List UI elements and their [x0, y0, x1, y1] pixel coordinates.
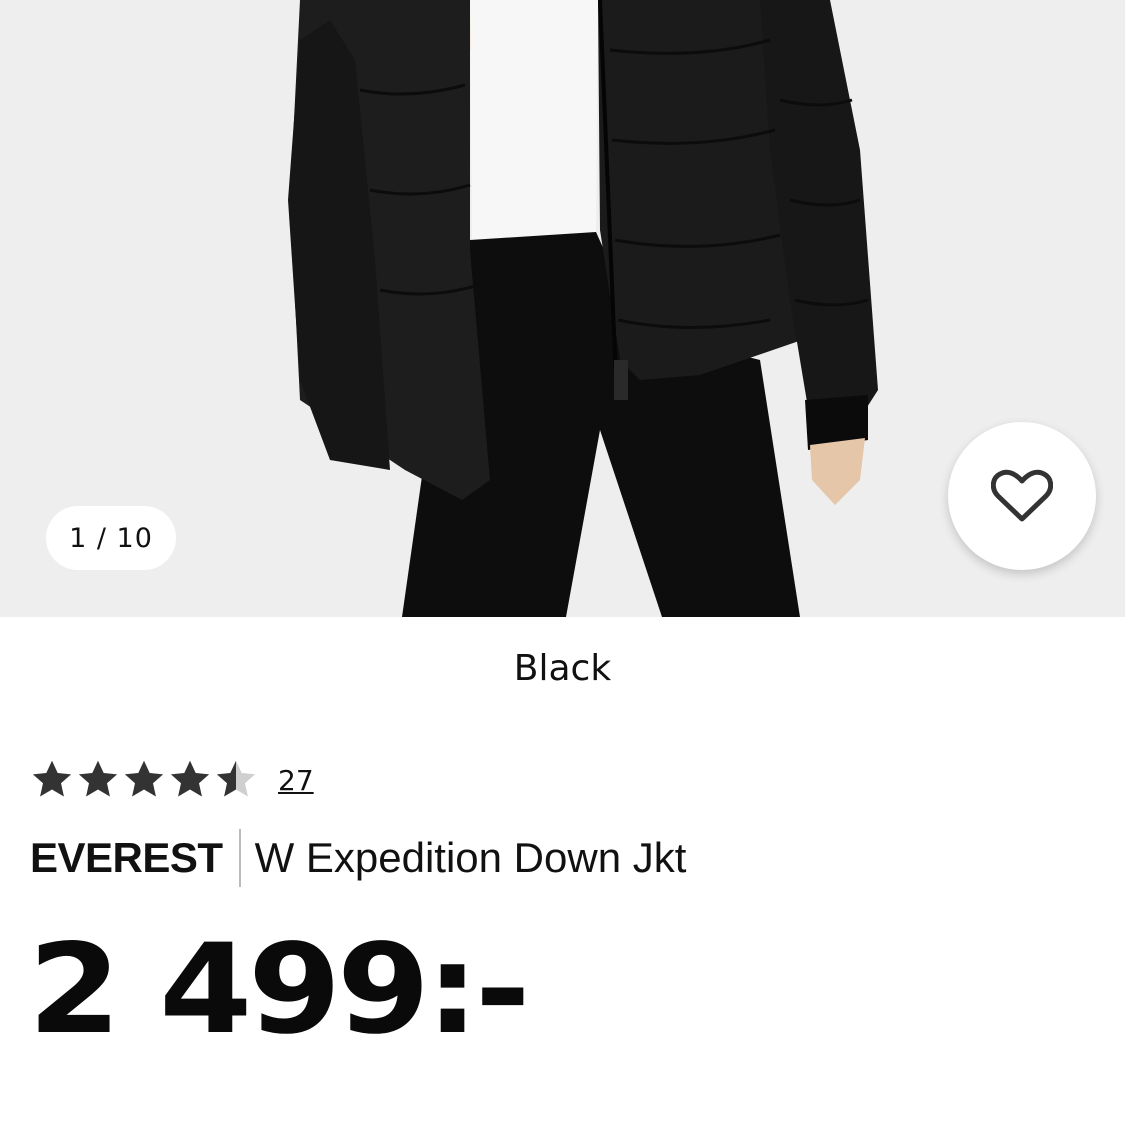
selected-color-label: Black	[513, 648, 612, 689]
product-price: 2 499:-	[28, 918, 531, 1062]
star-icon	[216, 760, 256, 797]
product-title: EVEREST W Expedition Down Jkt	[30, 828, 686, 888]
review-count-link[interactable]: 27	[278, 764, 314, 797]
star-icon	[170, 760, 210, 797]
rating-stars	[30, 758, 260, 802]
title-divider	[238, 829, 241, 887]
product-image-gallery[interactable]: 1 / 10	[0, 0, 1125, 617]
image-counter: 1 / 10	[46, 506, 176, 570]
heart-outline-icon	[991, 469, 1053, 522]
star-icon	[124, 760, 164, 797]
star-icon	[32, 760, 72, 797]
product-page: 1 / 10 Black 27 EVEREST W Expedition Dow…	[0, 0, 1125, 1125]
brand-name: EVEREST	[30, 834, 223, 881]
product-rating[interactable]: 27	[30, 756, 314, 804]
favorite-button[interactable]	[948, 422, 1096, 570]
star-icon	[78, 760, 118, 797]
product-name: W Expedition Down Jkt	[254, 834, 687, 881]
